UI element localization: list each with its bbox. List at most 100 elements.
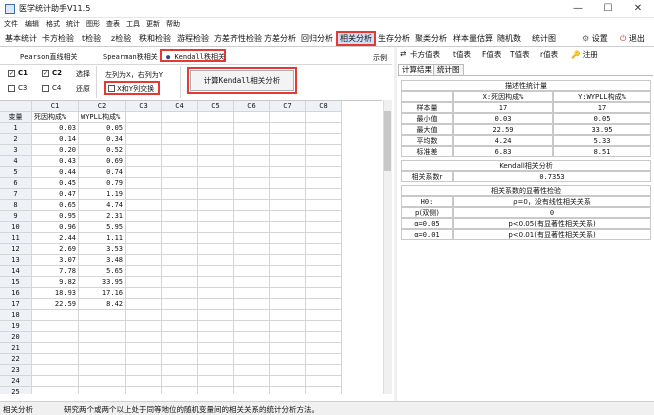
table-cell[interactable] xyxy=(306,387,342,394)
table-cell[interactable]: 1.11 xyxy=(79,233,126,244)
tab-sample-size[interactable]: 样本量估算 xyxy=(451,31,495,46)
row-number[interactable]: 2 xyxy=(0,134,32,145)
table-cell[interactable] xyxy=(198,211,234,222)
table-cell[interactable]: 17.16 xyxy=(79,288,126,299)
tab-stat-chart[interactable]: 统计图 xyxy=(530,31,558,46)
table-cell[interactable] xyxy=(198,354,234,365)
tab-runs-test[interactable]: 游程检验 xyxy=(175,31,211,46)
table-cell[interactable] xyxy=(234,288,270,299)
table-cell[interactable] xyxy=(234,354,270,365)
table-cell[interactable] xyxy=(234,376,270,387)
T-table-button[interactable]: T值表 xyxy=(510,49,530,60)
table-cell[interactable] xyxy=(198,123,234,134)
table-cell[interactable] xyxy=(270,123,306,134)
table-cell[interactable] xyxy=(198,277,234,288)
table-cell[interactable] xyxy=(306,189,342,200)
table-cell[interactable] xyxy=(79,343,126,354)
spearman-radio[interactable]: Spearman秩相关 xyxy=(103,52,158,62)
table-cell[interactable] xyxy=(306,376,342,387)
table-cell[interactable] xyxy=(162,277,198,288)
table-cell[interactable] xyxy=(126,321,162,332)
table-cell[interactable] xyxy=(162,211,198,222)
table-cell[interactable]: 3.48 xyxy=(79,255,126,266)
table-cell[interactable] xyxy=(306,167,342,178)
column-header[interactable]: C5 xyxy=(198,101,234,112)
table-cell[interactable] xyxy=(234,156,270,167)
table-cell[interactable] xyxy=(234,365,270,376)
compute-kendall-button[interactable]: 计算Kendall相关分析 xyxy=(190,70,294,91)
table-cell[interactable] xyxy=(162,167,198,178)
table-cell[interactable]: 2.69 xyxy=(32,244,79,255)
table-cell[interactable] xyxy=(234,266,270,277)
tab-basic-stats[interactable]: 基本统计 xyxy=(3,31,39,46)
column-header[interactable]: C7 xyxy=(270,101,306,112)
table-cell[interactable] xyxy=(162,266,198,277)
table-cell[interactable] xyxy=(198,178,234,189)
table-cell[interactable] xyxy=(234,299,270,310)
table-cell[interactable] xyxy=(270,222,306,233)
menu-file[interactable]: 文件 xyxy=(4,19,18,29)
table-cell[interactable] xyxy=(79,387,126,394)
row-number[interactable]: 10 xyxy=(0,222,32,233)
table-cell[interactable] xyxy=(198,189,234,200)
c3-checkbox[interactable] xyxy=(8,85,15,92)
table-cell[interactable] xyxy=(270,266,306,277)
table-cell[interactable]: 0.95 xyxy=(32,211,79,222)
table-cell[interactable] xyxy=(79,365,126,376)
table-cell[interactable] xyxy=(162,332,198,343)
menu-graph[interactable]: 图形 xyxy=(86,19,100,29)
table-cell[interactable] xyxy=(198,310,234,321)
table-cell[interactable]: 8.42 xyxy=(79,299,126,310)
table-cell[interactable] xyxy=(126,211,162,222)
table-cell[interactable] xyxy=(32,321,79,332)
table-cell[interactable] xyxy=(234,277,270,288)
table-cell[interactable] xyxy=(162,156,198,167)
table-cell[interactable] xyxy=(306,222,342,233)
grid-scroll-thumb[interactable] xyxy=(384,111,391,171)
table-cell[interactable]: 0.14 xyxy=(32,134,79,145)
table-cell[interactable] xyxy=(270,244,306,255)
table-cell[interactable] xyxy=(234,255,270,266)
row-number[interactable]: 21 xyxy=(0,343,32,354)
table-cell[interactable] xyxy=(126,365,162,376)
table-cell[interactable]: 0.45 xyxy=(32,178,79,189)
table-cell[interactable] xyxy=(162,189,198,200)
table-cell[interactable] xyxy=(162,321,198,332)
menu-format[interactable]: 格式 xyxy=(46,19,60,29)
table-cell[interactable]: 9.82 xyxy=(32,277,79,288)
menu-help[interactable]: 帮助 xyxy=(166,19,180,29)
row-number[interactable]: 4 xyxy=(0,156,32,167)
register-button[interactable]: 🔑 注册 xyxy=(571,49,598,60)
settings-button[interactable]: ⚙ 设置 xyxy=(582,31,608,46)
table-cell[interactable] xyxy=(270,178,306,189)
table-cell[interactable] xyxy=(306,211,342,222)
tab-results[interactable]: 计算结果 xyxy=(398,64,436,75)
row-number[interactable]: 25 xyxy=(0,387,32,394)
table-cell[interactable] xyxy=(270,233,306,244)
table-cell[interactable]: 0.44 xyxy=(32,167,79,178)
table-cell[interactable] xyxy=(32,365,79,376)
table-cell[interactable] xyxy=(306,145,342,156)
table-cell[interactable] xyxy=(306,277,342,288)
swap-checkbox[interactable] xyxy=(108,85,115,92)
row-number[interactable]: 9 xyxy=(0,211,32,222)
table-cell[interactable]: 0.43 xyxy=(32,156,79,167)
table-cell[interactable] xyxy=(234,244,270,255)
table-cell[interactable]: 5.95 xyxy=(79,222,126,233)
variable-name-cell[interactable] xyxy=(234,112,270,123)
table-cell[interactable]: 4.74 xyxy=(79,200,126,211)
table-cell[interactable] xyxy=(198,200,234,211)
table-cell[interactable] xyxy=(270,310,306,321)
table-cell[interactable] xyxy=(198,387,234,394)
menu-edit[interactable]: 编辑 xyxy=(25,19,39,29)
table-cell[interactable] xyxy=(126,189,162,200)
tab-variance-homogeneity[interactable]: 方差齐性检验 xyxy=(212,31,264,46)
row-number[interactable]: 18 xyxy=(0,310,32,321)
table-cell[interactable]: 0.74 xyxy=(79,167,126,178)
tab-regression[interactable]: 回归分析 xyxy=(299,31,335,46)
chi-table-button[interactable]: 卡方值表 xyxy=(410,49,440,60)
table-cell[interactable] xyxy=(270,343,306,354)
table-cell[interactable] xyxy=(32,376,79,387)
table-cell[interactable] xyxy=(234,189,270,200)
table-cell[interactable] xyxy=(126,156,162,167)
